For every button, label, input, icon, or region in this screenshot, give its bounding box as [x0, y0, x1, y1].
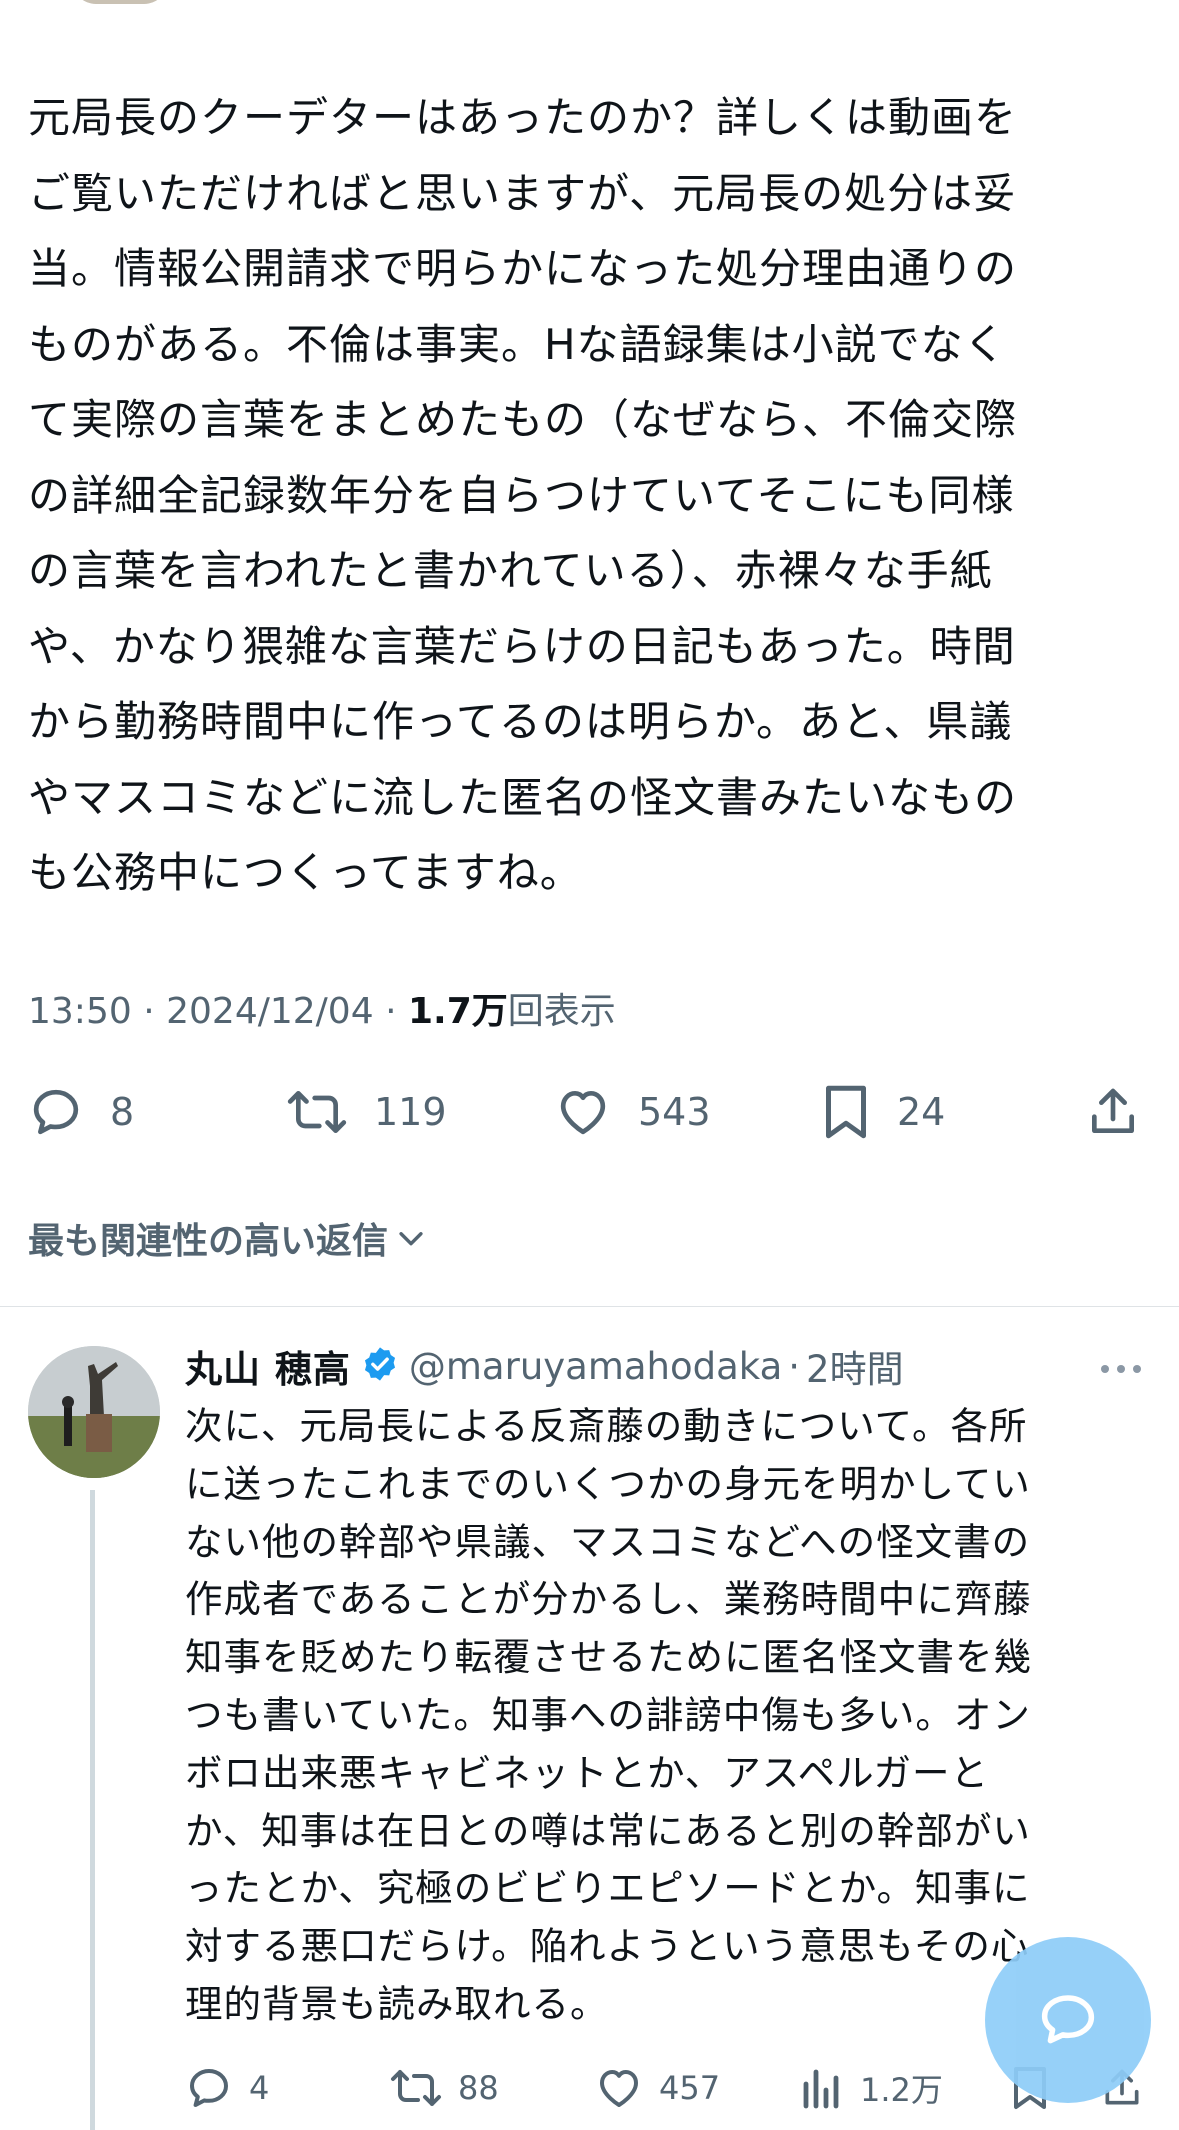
reply-button[interactable]: 8: [28, 1080, 134, 1144]
bookmark-icon: [826, 1085, 866, 1139]
repost-count: 119: [374, 1090, 447, 1134]
reply-text: 次に、元局長による反斎藤の動きについて。各所 に送ったこれまでのいくつかの身元を…: [185, 1404, 1032, 2026]
reply-author-handle[interactable]: @maruyamahodaka: [409, 1345, 782, 1388]
previous-avatar-edge: [72, 0, 168, 4]
meta-separator: ·: [143, 991, 155, 1032]
reply-like-button[interactable]: 457: [595, 2056, 720, 2120]
tweet-action-bar: 8 119 543 24: [28, 1080, 1153, 1144]
more-icon[interactable]: [1099, 1360, 1143, 1379]
verified-badge-icon: [361, 1345, 399, 1387]
divider: [0, 1306, 1179, 1307]
bookmark-button[interactable]: 24: [821, 1080, 945, 1144]
reply-repost-count: 88: [458, 2069, 499, 2107]
bookmark-count: 24: [897, 1090, 946, 1134]
avatar-image: [28, 1346, 160, 1478]
reply-header: 丸山 穂高 @maruyamahodaka · 2時間: [185, 1338, 1155, 1394]
compose-button[interactable]: [985, 1937, 1151, 2103]
reply-time[interactable]: 2時間: [806, 1339, 904, 1393]
tweet-text: 元局長のクーデターはあったのか？詳しくは動画を ご覧いただければと思いますが、元…: [28, 93, 1018, 897]
tweet-meta: 13:50 · 2024/12/04 · 1.7万回表示: [28, 982, 616, 1034]
heart-icon: [600, 2070, 638, 2107]
reply-views-count: 1.2万: [860, 2071, 943, 2109]
chevron-down-icon: [399, 1232, 423, 1246]
like-button[interactable]: 543: [554, 1080, 711, 1144]
views-label: 回表示: [507, 991, 616, 1032]
share-icon: [1092, 1088, 1134, 1133]
heart-icon: [560, 1091, 606, 1135]
avatar[interactable]: [28, 1346, 160, 1478]
reply-sort-dropdown[interactable]: 最も関連性の高い返信: [28, 1212, 428, 1264]
repost-button[interactable]: 119: [286, 1080, 447, 1144]
tweet-date[interactable]: 2024/12/04: [166, 991, 374, 1032]
thread-line: [90, 1490, 95, 2130]
repost-icon: [287, 1091, 347, 1133]
reply-repost-button[interactable]: 88: [390, 2056, 499, 2120]
reply-icon: [190, 2069, 228, 2107]
reply-count: 8: [110, 1090, 135, 1134]
reply-sort-label: 最も関連性の高い返信: [28, 1221, 389, 1262]
meta-separator-2: ·: [385, 991, 397, 1032]
reply-separator: ·: [788, 1344, 801, 1388]
reply-views-button[interactable]: 1.2万: [800, 2056, 943, 2120]
reply-like-count: 457: [659, 2069, 721, 2107]
reply-icon: [33, 1089, 79, 1135]
like-count: 543: [638, 1090, 711, 1134]
repost-icon: [391, 2070, 441, 2106]
reply-reply-count: 4: [249, 2069, 270, 2107]
compose-icon: [1041, 1995, 1095, 2044]
reply-author-name[interactable]: 丸山 穂高: [185, 1339, 351, 1393]
reply-reply-button[interactable]: 4: [185, 2056, 269, 2120]
views-count[interactable]: 1.7万: [408, 991, 508, 1032]
share-button[interactable]: [1085, 1080, 1141, 1144]
tweet-time[interactable]: 13:50: [28, 991, 132, 1032]
views-icon: [803, 2069, 839, 2109]
